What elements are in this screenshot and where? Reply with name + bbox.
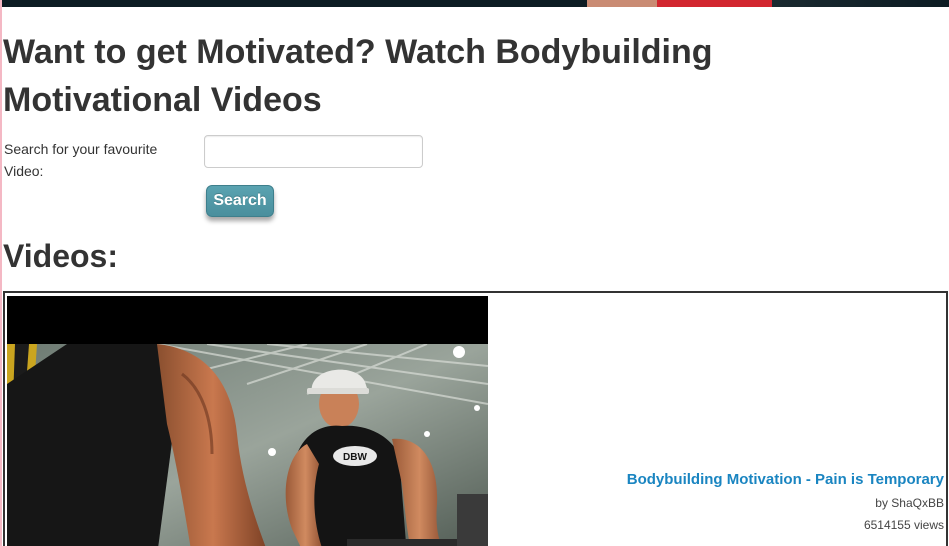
- search-label: Search for your favourite Video:: [4, 141, 158, 179]
- page-title: Want to get Motivated? Watch Bodybuildin…: [3, 33, 713, 119]
- video-title-link[interactable]: Bodybuilding Motivation - Pain is Tempor…: [627, 470, 944, 490]
- videos-heading: Videos:: [3, 238, 118, 274]
- search-button[interactable]: Search: [206, 185, 274, 217]
- video-author: by ShaQxBB: [875, 496, 944, 510]
- svg-text:DBW: DBW: [343, 452, 367, 463]
- bodybuilder-thumbnail-image: DBW: [7, 344, 488, 546]
- search-input[interactable]: [204, 135, 423, 168]
- video-list-item: DBW Bodybuilding Motivation - Pain is Te…: [3, 291, 948, 546]
- video-view-count: 6514155 views: [863, 518, 944, 532]
- video-thumbnail[interactable]: DBW: [7, 296, 488, 546]
- page: Want to get Motivated? Watch Bodybuildin…: [0, 0, 949, 546]
- left-edge-strip: [0, 0, 2, 546]
- thumbnail-letterbox: [7, 296, 488, 344]
- top-banner-image: [2, 0, 949, 7]
